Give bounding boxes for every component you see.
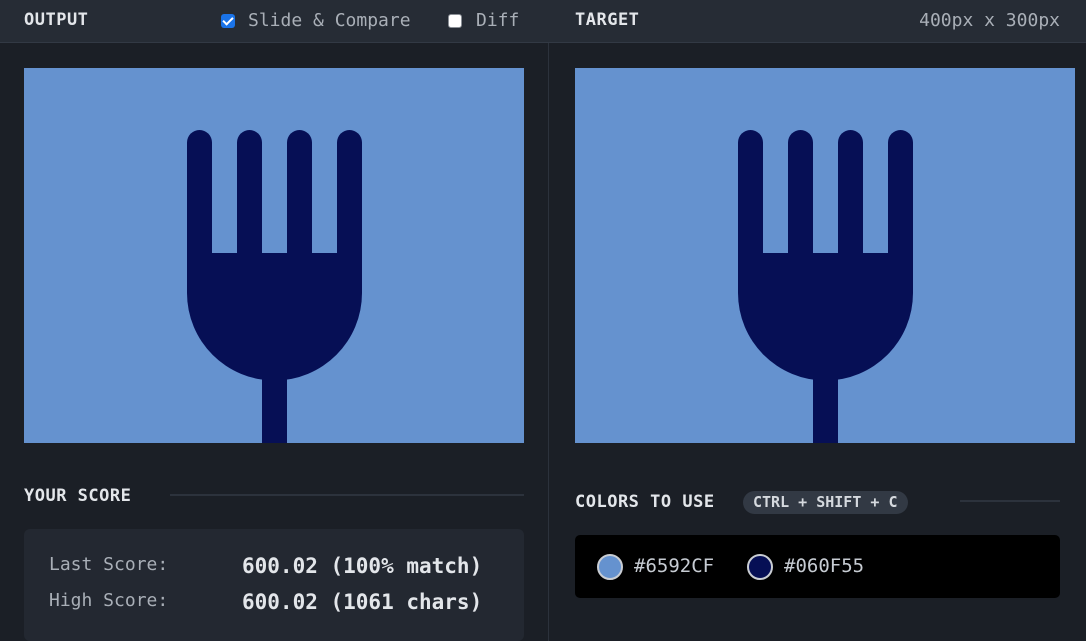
shortcut-badge: CTRL + SHIFT + C <box>743 491 908 514</box>
target-title: TARGET <box>575 10 640 30</box>
score-title: YOUR SCORE <box>24 486 132 506</box>
diff-checkbox[interactable] <box>448 14 462 28</box>
high-score-value: 600.02 (1061 chars) <box>242 590 483 614</box>
diff-label[interactable]: Diff <box>476 10 519 31</box>
fork-icon <box>187 130 362 443</box>
color-hex-label[interactable]: #6592CF <box>634 555 714 577</box>
output-canvas[interactable] <box>24 68 524 443</box>
last-score-label: Last Score: <box>49 554 169 575</box>
score-rule <box>170 494 524 496</box>
colors-title: COLORS TO USE <box>575 492 715 512</box>
slide-compare-checkbox[interactable] <box>221 14 235 28</box>
colors-rule <box>960 500 1060 502</box>
colors-panel: #6592CF #060F55 <box>575 535 1060 598</box>
score-panel: Last Score: 600.02 (100% match) High Sco… <box>24 529 524 641</box>
panel-divider <box>548 43 549 641</box>
target-dimensions: 400px x 300px <box>919 10 1060 31</box>
fork-icon <box>738 130 913 443</box>
high-score-label: High Score: <box>49 590 169 611</box>
header-bar: OUTPUT Slide & Compare Diff TARGET 400px… <box>0 0 1086 43</box>
last-score-value: 600.02 (100% match) <box>242 554 483 578</box>
target-canvas <box>575 68 1075 443</box>
color-swatch-icon[interactable] <box>747 554 773 580</box>
output-title: OUTPUT <box>24 10 89 30</box>
color-swatch-icon[interactable] <box>597 554 623 580</box>
color-hex-label[interactable]: #060F55 <box>784 555 864 577</box>
slide-compare-label[interactable]: Slide & Compare <box>248 10 411 31</box>
